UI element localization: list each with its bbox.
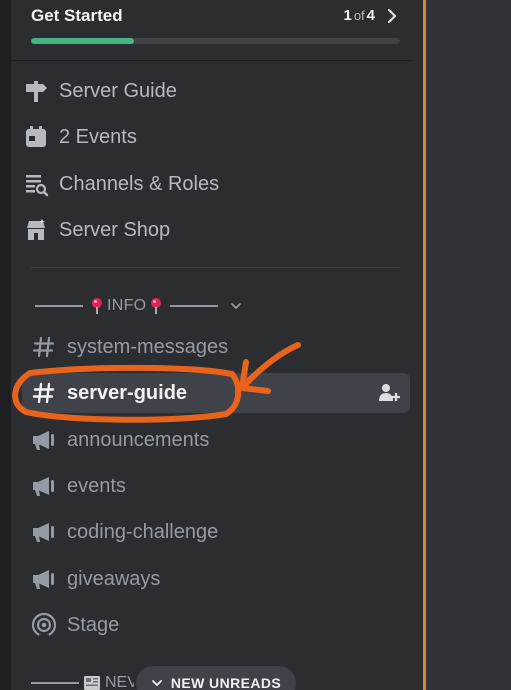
category-label: NEV — [105, 674, 138, 690]
channel-stage[interactable]: Stage — [22, 605, 410, 645]
get-started-progress — [31, 38, 400, 44]
pin-icon — [151, 298, 162, 314]
step-total: 4 — [366, 7, 375, 24]
category-partial[interactable]: NEV — [31, 673, 138, 690]
category-rule — [31, 682, 79, 684]
nav-label: Server Guide — [59, 79, 177, 102]
channel-announcements[interactable]: announcements — [22, 420, 410, 460]
hash-icon — [30, 333, 58, 361]
get-started-step-count: 1 of 4 — [343, 7, 375, 24]
hash-icon — [30, 379, 58, 407]
nav-label: Channels & Roles — [59, 172, 220, 195]
channel-label: server-guide — [67, 381, 188, 404]
channel-server-guide[interactable]: server-guide — [22, 373, 410, 413]
pane-border-highlight — [423, 0, 426, 690]
newspaper-icon — [84, 676, 100, 690]
channel-system-messages[interactable]: system-messages — [22, 327, 410, 367]
channel-events[interactable]: events — [22, 466, 410, 506]
channel-label: events — [67, 474, 126, 497]
channel-label: announcements — [67, 428, 210, 451]
pin-icon — [92, 298, 102, 314]
chevron-right-icon[interactable] — [385, 8, 399, 24]
server-rail-edge — [0, 0, 11, 690]
chevron-down-icon — [152, 680, 162, 686]
category-info[interactable]: INFO — [31, 295, 242, 317]
channels-roles-icon — [22, 170, 50, 198]
stage-icon — [30, 611, 58, 639]
megaphone-icon — [30, 426, 58, 454]
channel-label: Stage — [67, 613, 120, 636]
create-invite-icon[interactable] — [378, 383, 400, 403]
step-current: 1 — [343, 7, 352, 24]
channel-label: coding-challenge — [67, 520, 219, 543]
nav-server-guide[interactable]: Server Guide — [22, 73, 402, 109]
channel-label: system-messages — [67, 335, 229, 358]
channel-sidebar: Get Started 1 of 4 Server Guide 2 Events C… — [0, 0, 424, 690]
nav-channels-roles[interactable]: Channels & Roles — [22, 166, 402, 202]
category-rule — [170, 305, 219, 307]
signpost-icon — [22, 77, 50, 105]
section-divider — [31, 267, 400, 268]
channel-label: giveaways — [67, 567, 161, 590]
channel-coding-challenge[interactable]: coding-challenge — [22, 512, 410, 552]
step-of: of — [353, 8, 365, 23]
get-started-panel[interactable]: Get Started 1 of 4 — [11, 0, 413, 61]
nav-events[interactable]: 2 Events — [22, 119, 402, 155]
category-rule — [35, 305, 83, 307]
new-unreads-label: NEW UNREADS — [170, 675, 282, 690]
new-unreads-button[interactable]: NEW UNREADS — [136, 666, 296, 690]
megaphone-icon — [30, 565, 58, 593]
chevron-down-icon[interactable] — [230, 300, 242, 312]
nav-server-shop[interactable]: Server Shop — [22, 212, 402, 248]
chat-pane-edge — [424, 0, 511, 690]
get-started-progress-fill — [31, 38, 135, 44]
channel-giveaways[interactable]: giveaways — [22, 559, 410, 599]
category-label: INFO — [107, 297, 147, 314]
nav-label: 2 Events — [59, 125, 137, 148]
shop-icon — [22, 216, 50, 244]
megaphone-icon — [30, 518, 58, 546]
calendar-icon — [22, 123, 50, 151]
nav-label: Server Shop — [59, 218, 171, 241]
get-started-title: Get Started — [31, 6, 123, 25]
megaphone-icon — [30, 472, 58, 500]
